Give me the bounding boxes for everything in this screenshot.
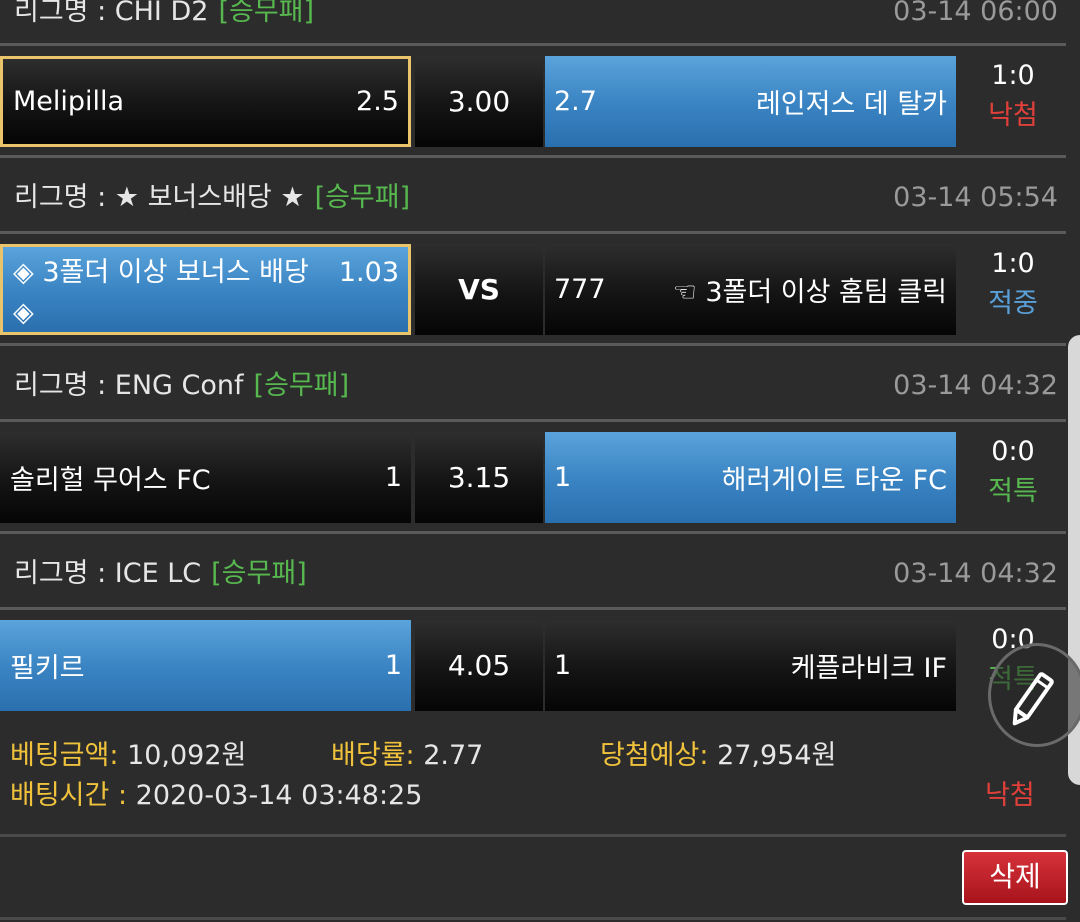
divider <box>0 231 1066 234</box>
home-team-name: ◈ 3폴더 이상 보너스 배당 ◈ <box>13 257 309 328</box>
home-odd: 1 <box>384 650 402 681</box>
match-time: 03-14 05:54 <box>893 182 1058 213</box>
bet-time: 배팅시간 : 2020-03-14 03:48:25 <box>10 780 423 811</box>
match-result: 1:0 적중 <box>958 244 1068 324</box>
divider <box>0 43 1066 46</box>
away-team-button[interactable]: 2.7 레인저스 데 탈카 <box>545 56 956 147</box>
status-badge: 적중 <box>988 288 1038 319</box>
league-name: 리그명 : CHI D2 [승무패] <box>14 0 314 47</box>
draw-button[interactable]: 4.05 <box>415 620 543 711</box>
home-odd: 1 <box>384 462 402 493</box>
status-badge: 적특 <box>988 476 1038 507</box>
bet-type: [승무패] <box>253 370 350 401</box>
home-odd: 1.03 <box>338 257 399 288</box>
home-team-name: Melipilla <box>13 86 125 117</box>
bet-type: [승무패] <box>211 558 307 589</box>
bet-slip: 리그명 : CHI D2 [승무패] 03-14 06:00 Melipilla … <box>0 0 1068 922</box>
draw-button[interactable]: 3.15 <box>415 432 543 523</box>
match-time: 03-14 06:00 <box>893 0 1058 27</box>
edit-fab-button[interactable] <box>988 643 1080 747</box>
match-result: 0:0 적특 <box>958 432 1068 512</box>
divider <box>0 917 1066 920</box>
league-name: 리그명 : ICE LC [승무패] <box>14 558 307 589</box>
away-team-name: 케플라비크 IF <box>790 653 947 684</box>
away-team-name: 해러게이트 타운 FC <box>721 465 947 496</box>
match-result: 1:0 낙첨 <box>958 56 1068 136</box>
match-time: 03-14 04:32 <box>893 558 1058 589</box>
pencil-icon <box>1012 672 1054 726</box>
away-odd: 777 <box>554 274 606 305</box>
league-header: 리그명 : CHI D2 [승무패] 03-14 06:00 <box>0 0 1066 47</box>
home-team-name: 필키르 <box>10 653 85 684</box>
divider <box>0 419 1066 422</box>
divider <box>0 834 1066 837</box>
score: 0:0 <box>991 436 1035 467</box>
divider <box>0 343 1066 346</box>
bet-type: [승무패] <box>314 182 411 213</box>
bet-type: [승무패] <box>218 0 315 27</box>
divider <box>0 155 1066 158</box>
overall-result-badge: 낙첨 <box>985 780 1035 811</box>
home-team-button[interactable]: Melipilla 2.5 <box>0 56 411 147</box>
vs-label: VS <box>415 244 543 335</box>
match-time: 03-14 04:32 <box>893 370 1058 401</box>
away-team-button[interactable]: 777 ☜ 3폴더 이상 홈팀 클릭 <box>545 244 956 335</box>
home-team-button[interactable]: 솔리헐 무어스 FC 1 <box>0 432 411 523</box>
away-odd: 2.7 <box>554 86 597 117</box>
expected-win: 당첨예상: 27,954원 <box>600 740 837 771</box>
divider <box>0 607 1066 610</box>
bet-amount: 베팅금액: 10,092원 <box>10 740 247 771</box>
away-team-name: ☜ 3폴더 이상 홈팀 클릭 <box>672 277 947 308</box>
odds-rate: 배당률: 2.77 <box>331 740 484 771</box>
home-team-button[interactable]: 필키르 1 <box>0 620 411 711</box>
score: 1:0 <box>991 60 1035 91</box>
home-odd: 2.5 <box>356 86 399 117</box>
away-team-button[interactable]: 1 케플라비크 IF <box>545 620 956 711</box>
home-team-name: 솔리헐 무어스 FC <box>10 465 211 496</box>
delete-button[interactable]: 삭제 <box>962 850 1068 905</box>
home-team-button[interactable]: ◈ 3폴더 이상 보너스 배당 ◈ 1.03 <box>0 244 411 335</box>
away-team-button[interactable]: 1 해러게이트 타운 FC <box>545 432 956 523</box>
away-odd: 1 <box>554 462 572 493</box>
league-header: 리그명 : ICE LC [승무패] 03-14 04:32 <box>0 539 1066 609</box>
status-badge: 낙첨 <box>988 100 1038 131</box>
league-name: 리그명 : ★ 보너스배당 ★ [승무패] <box>14 182 411 213</box>
away-odd: 1 <box>554 650 572 681</box>
league-header: 리그명 : ★ 보너스배당 ★ [승무패] 03-14 05:54 <box>0 163 1066 233</box>
league-header: 리그명 : ENG Conf [승무패] 03-14 04:32 <box>0 351 1066 421</box>
league-name: 리그명 : ENG Conf [승무패] <box>14 370 350 401</box>
away-team-name: 레인저스 데 탈카 <box>755 89 947 120</box>
draw-button[interactable]: 3.00 <box>415 56 543 147</box>
divider <box>0 531 1066 534</box>
score: 1:0 <box>991 248 1035 279</box>
